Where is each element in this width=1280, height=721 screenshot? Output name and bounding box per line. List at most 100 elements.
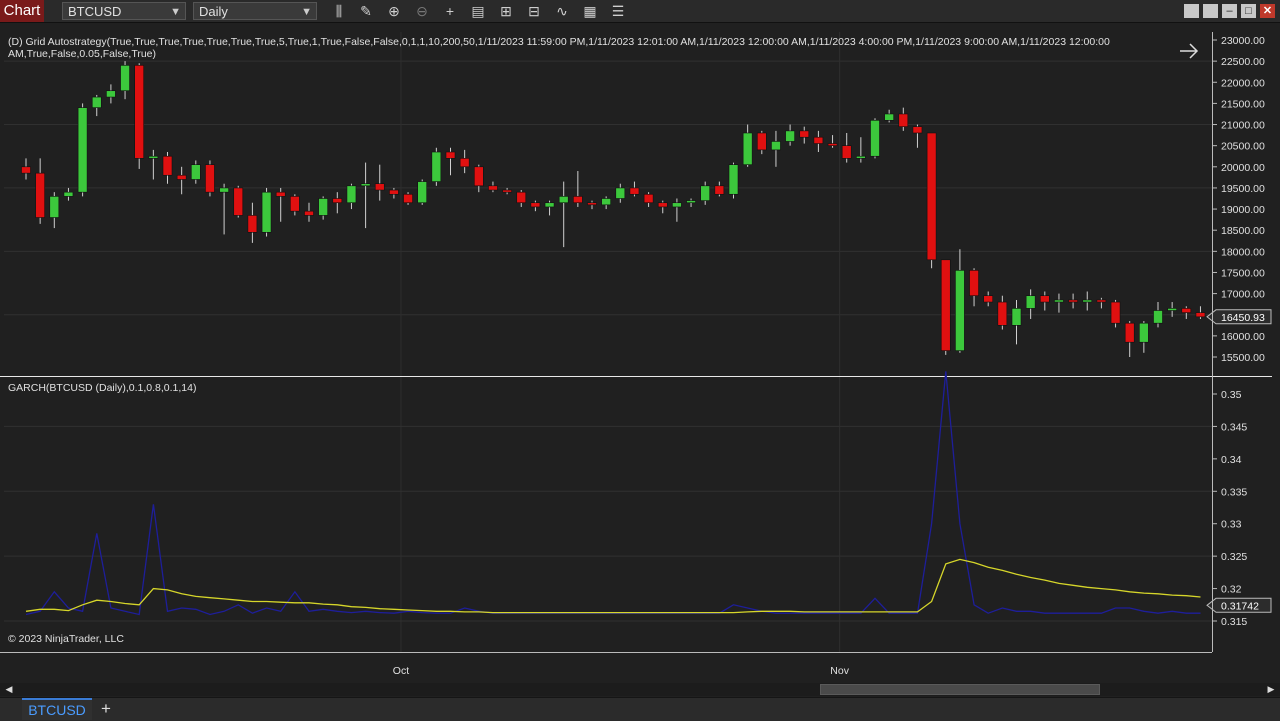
candle-body: [813, 136, 824, 144]
candle-body: [403, 193, 413, 204]
scrollbar-thumb[interactable]: [820, 684, 1100, 695]
candle-body: [488, 185, 498, 191]
interval-selector[interactable]: Daily ▼: [193, 2, 317, 20]
x-tick-label-oct: Oct: [393, 665, 409, 677]
maximize-button[interactable]: □: [1241, 4, 1256, 18]
bar-type-icon[interactable]: ⫼: [329, 2, 349, 20]
candle-body: [417, 181, 428, 204]
candle-body: [728, 164, 739, 195]
menu-list-icon[interactable]: ☰: [608, 2, 628, 20]
strategy-label-cont: AM,True,False,0.05,False,True): [8, 48, 156, 60]
templates-icon[interactable]: ⊞: [496, 2, 516, 20]
price-tick-label: 18000.00: [1221, 246, 1265, 258]
window-tile-icon[interactable]: [1184, 4, 1199, 18]
candle-body: [120, 65, 130, 92]
zoom-in-icon[interactable]: ⊕: [384, 2, 404, 20]
candle-body: [148, 155, 159, 159]
chart-area[interactable]: 23000.00 22500.00 22000.00 21500.00 21000.00…: [0, 23, 1280, 683]
candle-body: [544, 202, 555, 208]
indicator-y-axis[interactable]: 0.35 0.345 0.34 0.335 0.33 0.325 0.32 0.315: [1212, 389, 1247, 628]
window-title: Chart: [0, 0, 44, 22]
candle-body: [502, 189, 512, 193]
candle-body: [191, 164, 201, 180]
indicator-tick-label: 0.35: [1221, 389, 1242, 401]
candle-body: [1068, 299, 1078, 303]
price-tick-label: 16000.00: [1221, 331, 1265, 343]
add-tab-button[interactable]: +: [96, 699, 116, 719]
garch-average-line: [25, 558, 1201, 614]
price-tick-label: 17000.00: [1221, 289, 1265, 301]
candle-body: [997, 301, 1008, 326]
interval-selector-value: Daily: [199, 4, 228, 19]
price-panel[interactable]: 23000.00 22500.00 22000.00 21500.00 21000.00…: [4, 32, 1272, 652]
candle-body: [459, 158, 470, 168]
candle-body: [1025, 295, 1036, 309]
candle-body: [1195, 312, 1206, 318]
candle-body: [714, 185, 725, 195]
candle-body: [21, 166, 31, 174]
candle-body: [672, 202, 682, 208]
indicators-icon[interactable]: ∿: [552, 2, 572, 20]
candle-body: [573, 196, 583, 204]
candle-body: [1096, 299, 1107, 303]
candle-body: [686, 200, 696, 204]
price-tick-label: 18500.00: [1221, 225, 1265, 237]
candle-body: [742, 132, 753, 165]
candle-body: [106, 90, 116, 98]
time-x-axis[interactable]: Oct Nov: [393, 665, 850, 677]
scroll-right-arrow-icon[interactable]: ▶: [1264, 683, 1278, 696]
strategies-icon[interactable]: ▦: [580, 2, 600, 20]
candle-body: [841, 145, 852, 159]
indicator-label: GARCH(BTCUSD (Daily),0.1,0.8,0.1,14): [8, 382, 196, 394]
draw-pencil-icon[interactable]: ✎: [356, 2, 376, 20]
candle-body: [969, 270, 979, 297]
candle-body: [473, 166, 484, 187]
candle-body: [389, 189, 399, 195]
zoom-out-icon[interactable]: ⊖: [412, 2, 432, 20]
horizontal-scrollbar[interactable]: ◀ ▶: [0, 683, 1280, 696]
candle-body: [601, 198, 611, 206]
garch-volatility-line: [25, 371, 1201, 616]
indicator-tick-label: 0.335: [1221, 486, 1247, 498]
candle-body: [162, 155, 173, 176]
candle-body: [912, 126, 923, 134]
minimize-button[interactable]: –: [1222, 4, 1237, 18]
strategy-label: (D) Grid Autostrategy(True,True,True,Tru…: [8, 36, 1110, 48]
candle-body: [1167, 308, 1177, 311]
tab-btcusd[interactable]: BTCUSD: [22, 698, 92, 720]
candle-body: [275, 191, 286, 197]
candle-body: [629, 187, 640, 195]
crosshair-icon[interactable]: +: [440, 2, 460, 20]
indicator-tick-label: 0.345: [1221, 421, 1247, 433]
candle-body: [870, 120, 880, 157]
price-tick-label: 22000.00: [1221, 77, 1265, 89]
instrument-selector-value: BTCUSD: [68, 4, 122, 19]
current-garch-label: 0.31742: [1221, 600, 1259, 612]
candle-body: [898, 113, 909, 127]
candle-body: [587, 202, 597, 206]
x-tick-label-nov: Nov: [830, 665, 849, 677]
candle-body: [516, 191, 527, 204]
candle-body: [700, 185, 711, 201]
candle-body: [304, 210, 314, 216]
candle-body: [431, 151, 442, 182]
instrument-selector[interactable]: BTCUSD ▼: [62, 2, 186, 20]
candle-body: [643, 193, 654, 204]
candle-body: [290, 196, 300, 212]
close-button[interactable]: ✕: [1260, 4, 1275, 18]
data-box-icon[interactable]: ⊟: [524, 2, 544, 20]
candle-body: [374, 183, 385, 191]
price-tick-label: 19000.00: [1221, 204, 1265, 216]
chevron-down-icon: ▼: [301, 6, 312, 18]
candle-body: [1082, 299, 1093, 303]
candle-body: [346, 185, 357, 204]
indicator-tick-label: 0.32: [1221, 584, 1242, 596]
candle-body: [530, 202, 541, 208]
scroll-left-arrow-icon[interactable]: ◀: [2, 683, 16, 696]
indicator-panel[interactable]: 0.35 0.345 0.34 0.335 0.33 0.325 0.32 0.315 GAR…: [4, 371, 1272, 645]
candle-body: [1181, 308, 1192, 313]
candle-body: [558, 196, 569, 204]
properties-icon[interactable]: ▤: [468, 2, 488, 20]
price-tick-label: 21500.00: [1221, 98, 1265, 110]
window-link-icon[interactable]: [1203, 4, 1218, 18]
